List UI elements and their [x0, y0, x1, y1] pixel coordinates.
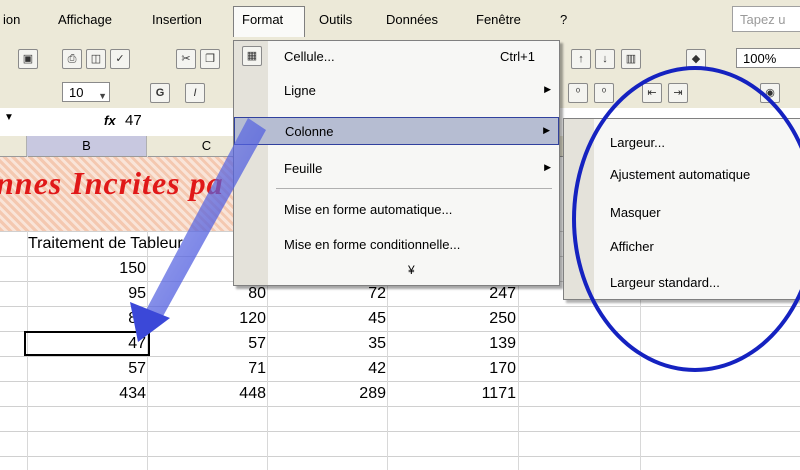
annotation-arrow	[130, 118, 266, 342]
arrow-shaft	[146, 118, 266, 318]
